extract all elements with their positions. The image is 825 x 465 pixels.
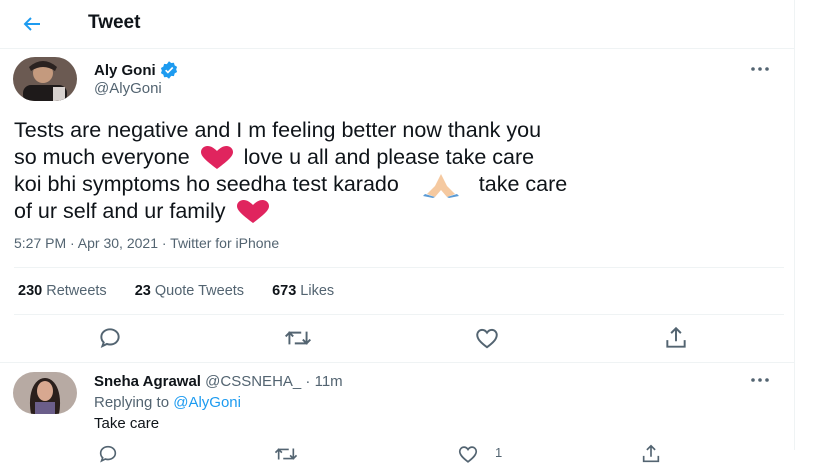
reply-header: Sneha Agrawal @CSSNEHA_ · 11m (94, 373, 343, 390)
reply-author-handle[interactable]: @CSSNEHA_ (205, 373, 301, 390)
likes-stat[interactable]: 673 Likes (272, 283, 334, 299)
reply-icon (100, 328, 120, 349)
more-dots-icon (751, 378, 769, 382)
share-button[interactable] (663, 325, 689, 351)
back-button[interactable] (20, 12, 44, 36)
reply-more-button[interactable] (748, 368, 772, 392)
share-icon (666, 326, 686, 348)
tweet-text: Tests are negative and I m feeling bette… (14, 117, 784, 225)
author-avatar[interactable] (13, 57, 77, 101)
replying-to-handle[interactable]: @AlyGoni (173, 394, 241, 411)
reply-separator: · (305, 373, 311, 390)
reply-author-name[interactable]: Sneha Agrawal (94, 373, 201, 390)
author-handle[interactable]: @AlyGoni (94, 80, 162, 97)
more-dots-icon (751, 67, 769, 71)
tweet-timestamp[interactable]: 5:27 PM · Apr 30, 2021 · Twitter for iPh… (14, 235, 279, 251)
tweet-stats: 230 Retweets 23 Quote Tweets 673 Likes (18, 283, 362, 299)
author-name-row: Aly Goni (94, 60, 179, 80)
retweet-icon (284, 331, 312, 345)
author-name[interactable]: Aly Goni (94, 62, 156, 79)
reply-button[interactable] (97, 325, 123, 351)
retweet-icon[interactable] (273, 443, 299, 465)
reply-text: Take care (94, 415, 160, 432)
heart-emoji-icon (200, 146, 233, 170)
reply-like-count: 1 (495, 445, 503, 460)
quote-tweets-stat[interactable]: 23 Quote Tweets (135, 283, 244, 299)
like-icon[interactable] (457, 443, 479, 465)
divider (14, 314, 784, 315)
tweet-line: koi bhi symptoms ho seedha test karado t… (14, 171, 784, 199)
page-title: Tweet (88, 12, 141, 33)
tweet-more-button[interactable] (748, 57, 772, 81)
divider (14, 267, 784, 268)
share-icon[interactable] (640, 443, 662, 465)
reply-icon[interactable] (97, 443, 119, 465)
retweets-stat[interactable]: 230 Retweets (18, 283, 107, 299)
reply-time[interactable]: 11m (315, 373, 343, 390)
reply-item[interactable]: Sneha Agrawal @CSSNEHA_ · 11m Replying t… (0, 362, 794, 463)
folded-hands-emoji-icon (422, 174, 459, 199)
tweet-line: Tests are negative and I m feeling bette… (14, 118, 542, 142)
like-icon (476, 328, 498, 349)
replying-to: Replying to @AlyGoni (94, 394, 241, 411)
tweet-line: so much everyone love u all and please t… (14, 145, 535, 170)
retweet-button[interactable] (283, 325, 312, 351)
tweet-line: of ur self and ur family (14, 198, 784, 225)
page-header: Tweet (0, 0, 794, 49)
verified-badge-icon (160, 61, 177, 79)
back-arrow-icon (23, 17, 40, 31)
reply-avatar[interactable] (13, 372, 77, 414)
like-button[interactable] (474, 325, 500, 351)
heart-emoji-icon (236, 200, 269, 224)
tweet-column: Tweet Aly Goni @AlyGoni Tests are negati… (0, 0, 795, 463)
